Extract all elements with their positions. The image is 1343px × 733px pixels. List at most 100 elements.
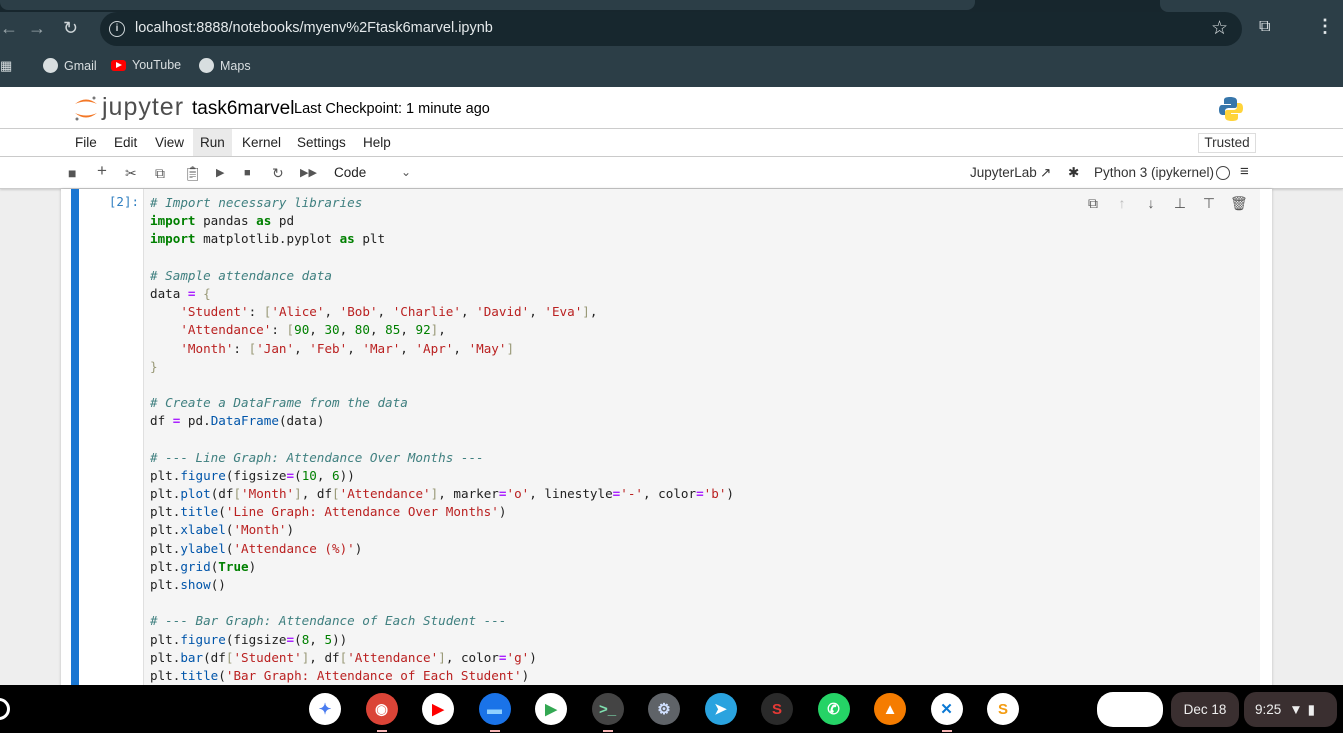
code-token: = xyxy=(696,486,704,501)
shelf-app-settings-icon[interactable]: ⚙ xyxy=(648,693,680,725)
extensions-icon[interactable]: ⧉ xyxy=(1259,18,1270,36)
duplicate-cell-icon[interactable]: ⧉ xyxy=(1085,195,1101,212)
code-line[interactable] xyxy=(150,430,734,448)
shelf-app-chrome-icon[interactable]: ◉ xyxy=(365,693,398,725)
apps-grid-icon[interactable]: ▦ xyxy=(0,58,12,74)
code-line[interactable]: plt.bar(df['Student'], df['Attendance'],… xyxy=(150,649,734,667)
code-line[interactable]: plt.figure(figsize=(8, 5)) xyxy=(150,631,734,649)
code-line[interactable]: plt.plot(df['Month'], df['Attendance'], … xyxy=(150,485,734,503)
move-down-icon[interactable]: ↓ xyxy=(1143,195,1159,212)
code-line[interactable]: plt.grid(True) xyxy=(150,558,734,576)
code-line[interactable]: data = { xyxy=(150,285,734,303)
code-line[interactable]: } xyxy=(150,358,734,376)
browser-menu-icon[interactable]: ⋮ xyxy=(1316,16,1334,37)
move-up-icon[interactable]: ↑ xyxy=(1114,195,1130,212)
code-line[interactable]: df = pd.DataFrame(data) xyxy=(150,412,734,430)
restart-icon[interactable]: ↻ xyxy=(272,164,284,182)
trusted-badge[interactable]: Trusted xyxy=(1198,133,1256,153)
shelf-app-terminal-icon[interactable]: >_ xyxy=(591,693,624,725)
menu-settings[interactable]: Settings xyxy=(290,129,353,156)
shelf-app-vscode-icon[interactable]: ✕ xyxy=(930,693,963,725)
chevron-down-icon[interactable]: ⌄ xyxy=(401,165,411,179)
bookmark-star-icon[interactable]: ☆ xyxy=(1211,17,1228,40)
debugger-bug-icon[interactable]: ✱ xyxy=(1068,165,1079,181)
code-line[interactable] xyxy=(150,594,734,612)
menu-help[interactable]: Help xyxy=(356,129,398,156)
jupyterlab-link[interactable]: JupyterLab xyxy=(970,165,1037,180)
reload-icon[interactable]: ↻ xyxy=(63,18,78,39)
code-cell-editor[interactable]: # Import necessary libraries import panda… xyxy=(143,189,1260,689)
os-shelf: ✦ ◉ ▶ ▬ ▶ >_ ⚙ ➤ S ✆ ▲ ✕ S Dec 18 9:25 ▼ ▮ xyxy=(0,685,1343,733)
back-icon[interactable]: ← xyxy=(0,18,18,39)
url-text[interactable]: localhost:8888/notebooks/myenv%2Ftask6ma… xyxy=(135,20,493,36)
cell-selection-bar[interactable] xyxy=(71,189,79,689)
code-line[interactable]: plt.title('Bar Graph: Attendance of Each… xyxy=(150,667,734,685)
date-pill[interactable]: Dec 18 xyxy=(1171,692,1239,727)
add-cell-icon[interactable]: + xyxy=(97,162,107,180)
code-line[interactable]: 'Attendance': [90, 30, 80, 85, 92], xyxy=(150,321,734,339)
copy-icon[interactable]: ⧉ xyxy=(155,164,165,182)
shelf-app-files-icon[interactable]: ▬ xyxy=(478,693,511,725)
run-icon[interactable]: ▶ xyxy=(216,164,224,182)
menu-file[interactable]: File xyxy=(68,129,104,156)
code-line[interactable]: plt.figure(figsize=(10, 6)) xyxy=(150,467,734,485)
code-line[interactable]: import matplotlib.pyplot as plt xyxy=(150,230,734,248)
menu-view[interactable]: View xyxy=(148,129,191,156)
window-thumbnail[interactable] xyxy=(1097,692,1163,727)
shelf-app-whatsapp-icon[interactable]: ✆ xyxy=(817,693,850,725)
bookmark-maps[interactable]: Maps xyxy=(199,58,251,73)
code-line[interactable]: plt.title('Line Graph: Attendance Over M… xyxy=(150,503,734,521)
stop-icon[interactable]: ■ xyxy=(244,164,251,182)
menu-run[interactable]: Run xyxy=(193,129,232,156)
launcher-icon[interactable] xyxy=(0,698,10,720)
code-token: 'Attendance' xyxy=(180,322,272,338)
insert-below-icon[interactable]: ⊤ xyxy=(1201,195,1217,212)
fast-forward-icon[interactable]: ▶▶ xyxy=(300,164,317,182)
code-line[interactable]: plt.ylabel('Attendance (%)') xyxy=(150,540,734,558)
code-token: , df xyxy=(309,649,340,665)
shelf-app-sublime-icon[interactable]: S xyxy=(987,693,1019,725)
code-line[interactable]: # --- Bar Graph: Attendance of Each Stud… xyxy=(150,612,734,630)
external-link-icon[interactable]: ↗ xyxy=(1040,165,1051,181)
shelf-app-app-red-icon[interactable]: S xyxy=(761,693,793,725)
bookmark-youtube[interactable]: YouTube xyxy=(111,58,181,72)
shelf-app-play-store-icon[interactable]: ▶ xyxy=(535,693,567,725)
address-bar[interactable]: i localhost:8888/notebooks/myenv%2Ftask6… xyxy=(100,12,1242,46)
insert-above-icon[interactable]: ⊥ xyxy=(1172,195,1188,212)
delete-cell-icon[interactable]: 🗑︎ xyxy=(1230,195,1248,212)
forward-icon[interactable]: → xyxy=(28,18,46,39)
shelf-app-telegram-icon[interactable]: ➤ xyxy=(704,693,737,725)
cell-type-select[interactable]: Code xyxy=(334,165,366,180)
site-info-icon[interactable]: i xyxy=(109,21,125,37)
kernel-name[interactable]: Python 3 (ipykernel) xyxy=(1094,165,1214,180)
code-lines[interactable]: # Import necessary libraries import panda… xyxy=(150,194,734,685)
code-line[interactable]: # --- Line Graph: Attendance Over Months… xyxy=(150,449,734,467)
menu-edit[interactable]: Edit xyxy=(107,129,144,156)
code-token: plt. xyxy=(150,649,181,665)
notebook-name[interactable]: task6marvel xyxy=(192,98,294,120)
code-line[interactable]: plt.show() xyxy=(150,576,734,594)
paste-icon[interactable]: 📋︎ xyxy=(184,164,202,182)
code-line[interactable]: import pandas as pd xyxy=(150,212,734,230)
save-icon[interactable]: ■ xyxy=(68,164,76,182)
code-line[interactable]: # Import necessary libraries xyxy=(150,194,734,212)
code-line[interactable]: plt.xlabel('Month') xyxy=(150,521,734,539)
bookmark-gmail[interactable]: Gmail xyxy=(43,58,97,73)
code-line[interactable] xyxy=(150,376,734,394)
jupyter-logo-icon[interactable] xyxy=(72,94,100,122)
code-line[interactable]: # Create a DataFrame from the data xyxy=(150,394,734,412)
shelf-app-vlc-icon[interactable]: ▲ xyxy=(874,693,906,725)
hamburger-menu-icon[interactable]: ≡ xyxy=(1240,163,1249,180)
code-token: plt xyxy=(354,231,386,247)
shelf-app-youtube-icon[interactable]: ▶ xyxy=(422,693,454,725)
code-line[interactable]: 'Month': ['Jan', 'Feb', 'Mar', 'Apr', 'M… xyxy=(150,340,734,358)
code-line[interactable] xyxy=(150,249,734,267)
menu-kernel[interactable]: Kernel xyxy=(235,129,288,156)
active-tab[interactable] xyxy=(0,0,975,10)
status-tray[interactable]: 9:25 ▼ ▮ xyxy=(1244,692,1337,727)
code-line[interactable]: 'Student': ['Alice', 'Bob', 'Charlie', '… xyxy=(150,303,734,321)
shelf-app-gemini-icon[interactable]: ✦ xyxy=(309,693,341,725)
cut-icon[interactable]: ✂ xyxy=(125,164,137,182)
code-line[interactable]: # Sample attendance data xyxy=(150,267,734,285)
code-token: 5 xyxy=(324,631,333,647)
